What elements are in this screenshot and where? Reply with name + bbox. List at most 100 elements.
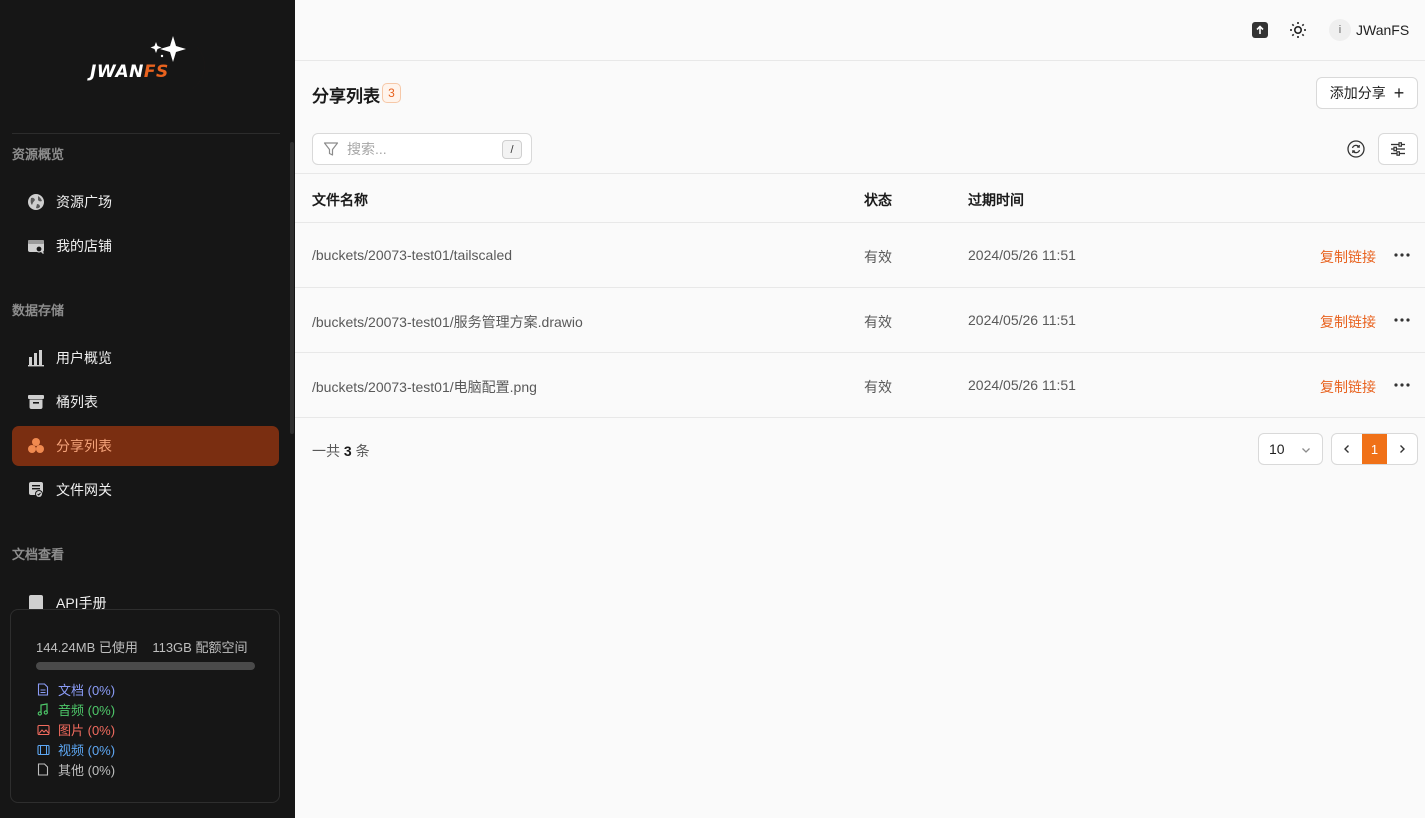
storage-progress-bar bbox=[36, 662, 255, 670]
app-logo[interactable]: JWANFS bbox=[88, 34, 208, 96]
page-size-select[interactable]: 10 bbox=[1258, 433, 1323, 465]
cell-expire: 2024/05/26 11:51 bbox=[968, 247, 1076, 263]
filter-funnel-icon bbox=[323, 142, 339, 156]
document-icon bbox=[36, 683, 50, 697]
cell-filename: /buckets/20073-test01/服务管理方案.drawio bbox=[312, 314, 583, 330]
legend-other: 其他 (0%) bbox=[36, 760, 115, 779]
column-header-status[interactable]: 状态 bbox=[864, 190, 892, 210]
legend-documents: 文档 (0%) bbox=[36, 680, 115, 699]
column-settings-button[interactable] bbox=[1378, 133, 1418, 165]
upload-button[interactable] bbox=[1250, 20, 1270, 40]
chevron-right-icon bbox=[1400, 445, 1405, 453]
cell-filename: /buckets/20073-test01/电脑配置.png bbox=[312, 379, 537, 395]
username: JWanFS bbox=[1356, 22, 1410, 38]
file-icon bbox=[36, 763, 50, 777]
legend-label: 文档 (0%) bbox=[58, 683, 116, 698]
sidebar-item-user-overview[interactable]: 用户概览 bbox=[12, 338, 279, 378]
total-value: 3 bbox=[343, 443, 352, 459]
section-title-storage: 数据存储 bbox=[12, 303, 65, 318]
cell-expire: 2024/05/26 11:51 bbox=[968, 312, 1076, 328]
column-header-expire[interactable]: 过期时间 bbox=[968, 190, 1024, 210]
upload-icon bbox=[1252, 22, 1268, 38]
sidebar-item-resource-square[interactable]: 资源广场 bbox=[12, 182, 279, 222]
table-row[interactable]: /buckets/20073-test01/tailscaled 有效 2024… bbox=[295, 223, 1425, 288]
copy-link-button[interactable]: 复制链接 bbox=[1320, 377, 1376, 397]
table-row[interactable]: /buckets/20073-test01/服务管理方案.drawio 有效 2… bbox=[295, 288, 1425, 353]
sun-icon bbox=[1290, 22, 1306, 38]
page-size-value: 10 bbox=[1269, 441, 1285, 457]
cell-filename: /buckets/20073-test01/tailscaled bbox=[312, 247, 513, 263]
next-page-button[interactable] bbox=[1387, 434, 1417, 464]
user-menu[interactable]: i JWanFS bbox=[1329, 19, 1409, 41]
sidebar-item-api-manual[interactable]: API手册 bbox=[12, 591, 279, 611]
chevron-left-icon bbox=[1344, 445, 1349, 453]
more-actions-button[interactable] bbox=[1390, 310, 1414, 330]
legend-video: 视频 (0%) bbox=[36, 740, 115, 759]
prev-page-button[interactable] bbox=[1332, 434, 1362, 464]
total-prefix: 一共 bbox=[312, 443, 340, 459]
table-row[interactable]: /buckets/20073-test01/电脑配置.png 有效 2024/0… bbox=[295, 353, 1425, 418]
sidebar-item-my-store[interactable]: 我的店铺 bbox=[12, 226, 279, 266]
bucket-icon bbox=[26, 392, 46, 412]
sidebar-item-bucket-list[interactable]: 桶列表 bbox=[12, 382, 279, 422]
music-icon bbox=[36, 703, 50, 717]
copy-link-button[interactable]: 复制链接 bbox=[1320, 312, 1376, 332]
sidebar-item-label: 分享列表 bbox=[56, 438, 112, 454]
page-number-current[interactable]: 1 bbox=[1362, 434, 1387, 464]
sidebar-item-label: 资源广场 bbox=[56, 194, 112, 210]
chevron-down-icon bbox=[1302, 448, 1310, 453]
sidebar: JWANFS 资源概览 资源广场 我的店铺 数据存储 用户概览 桶列表 分享列表 bbox=[0, 0, 295, 818]
section-title-overview: 资源概览 bbox=[12, 147, 65, 162]
sidebar-divider bbox=[12, 133, 280, 134]
total-count: 一共 3 条 bbox=[312, 441, 370, 461]
table-header: 文件名称 状态 过期时间 bbox=[295, 173, 1425, 223]
sidebar-item-label: 桶列表 bbox=[56, 394, 98, 410]
sidebar-item-label: 用户概览 bbox=[56, 350, 112, 366]
avatar: i bbox=[1329, 19, 1351, 41]
theme-toggle-button[interactable] bbox=[1288, 20, 1308, 40]
pagination: 1 bbox=[1331, 433, 1418, 465]
more-dots-icon bbox=[1394, 253, 1410, 257]
legend-label: 视频 (0%) bbox=[58, 743, 116, 758]
storage-used: 144.24MB 已使用 bbox=[36, 640, 138, 655]
search-input[interactable] bbox=[347, 141, 487, 157]
sidebar-item-label: 我的店铺 bbox=[56, 238, 112, 254]
sidebar-item-label: 文件网关 bbox=[56, 482, 112, 498]
cell-status: 有效 bbox=[864, 379, 892, 395]
page-title: 分享列表 bbox=[312, 87, 380, 106]
sliders-icon bbox=[1391, 142, 1405, 156]
cell-expire: 2024/05/26 11:51 bbox=[968, 377, 1076, 393]
copy-link-button[interactable]: 复制链接 bbox=[1320, 247, 1376, 267]
share-table: 文件名称 状态 过期时间 /buckets/20073-test01/tails… bbox=[295, 173, 1425, 418]
add-share-label: 添加分享 bbox=[1329, 85, 1386, 101]
sidebar-scrollbar[interactable] bbox=[290, 142, 294, 434]
storage-summary: 144.24MB 已使用 113GB 配额空间 bbox=[36, 637, 247, 656]
more-actions-button[interactable] bbox=[1390, 245, 1414, 265]
refresh-icon bbox=[1347, 140, 1365, 158]
store-icon bbox=[26, 236, 46, 256]
storage-quota: 113GB 配额空间 bbox=[152, 640, 248, 655]
bar-chart-icon bbox=[26, 348, 46, 368]
more-actions-button[interactable] bbox=[1390, 375, 1414, 395]
sidebar-item-file-gateway[interactable]: 文件网关 bbox=[12, 470, 279, 510]
film-icon bbox=[36, 743, 50, 757]
logo-text: JWANFS bbox=[90, 62, 169, 82]
cell-status: 有效 bbox=[864, 314, 892, 330]
legend-label: 其他 (0%) bbox=[58, 763, 116, 778]
sidebar-item-share-list[interactable]: 分享列表 bbox=[12, 426, 279, 466]
legend-label: 音频 (0%) bbox=[58, 703, 116, 718]
total-suffix: 条 bbox=[355, 443, 370, 459]
refresh-button[interactable] bbox=[1345, 138, 1367, 160]
more-dots-icon bbox=[1394, 318, 1410, 322]
storage-usage-card: 144.24MB 已使用 113GB 配额空间 文档 (0%) 音频 (0%) … bbox=[10, 609, 280, 803]
legend-audio: 音频 (0%) bbox=[36, 700, 115, 719]
add-share-button[interactable]: 添加分享 + bbox=[1316, 77, 1418, 109]
gateway-icon bbox=[26, 480, 46, 500]
column-header-filename[interactable]: 文件名称 bbox=[312, 190, 368, 210]
globe-icon bbox=[26, 192, 46, 212]
image-icon bbox=[36, 723, 50, 737]
plus-icon: + bbox=[1393, 83, 1405, 103]
share-cluster-icon bbox=[26, 436, 46, 456]
legend-images: 图片 (0%) bbox=[36, 720, 115, 739]
search-box[interactable]: / bbox=[312, 133, 532, 165]
